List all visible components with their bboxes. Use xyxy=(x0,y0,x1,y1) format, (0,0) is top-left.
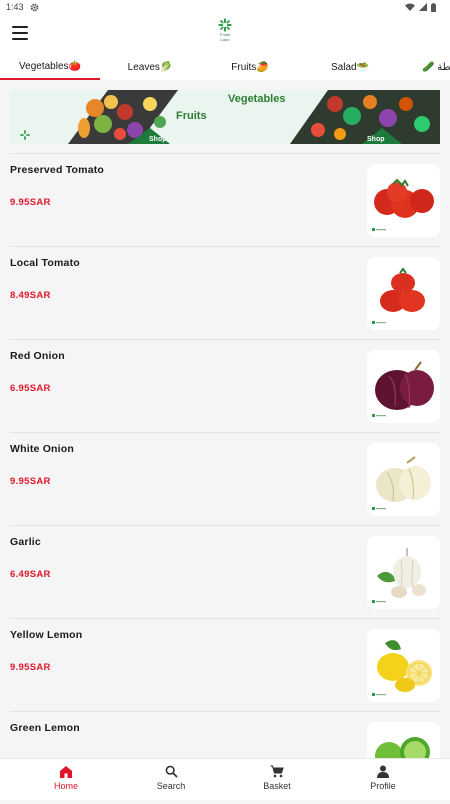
product-image xyxy=(367,257,440,330)
tab-label: Salad🥗 xyxy=(330,61,370,73)
nav-profile[interactable]: Profile xyxy=(353,765,413,791)
tab-label: Vegetables🍅 xyxy=(19,60,81,72)
product-item[interactable]: Red Onion 6.95SAR xyxy=(10,340,440,432)
product-item[interactable]: Local Tomato 8.49SAR xyxy=(10,247,440,339)
battery-icon xyxy=(431,2,436,12)
product-price: 8.49SAR xyxy=(10,290,51,301)
product-price: 9.95SAR xyxy=(10,197,51,208)
tab-fruits[interactable]: Fruits🥭 xyxy=(200,54,300,80)
brand-watermark xyxy=(372,228,386,231)
product-image xyxy=(367,350,440,423)
brand-watermark xyxy=(372,414,386,417)
product-image xyxy=(367,629,440,702)
tomato-cluster-image xyxy=(374,178,434,218)
brand-watermark xyxy=(372,507,386,510)
tab-salad-arabic[interactable]: 🥒 سلطة xyxy=(400,54,450,80)
search-icon xyxy=(165,765,178,778)
tab-label: Fruits🥭 xyxy=(231,61,269,73)
nav-search-label: Search xyxy=(156,781,186,791)
tab-label: Leaves🥬 xyxy=(127,61,173,73)
product-image xyxy=(367,536,440,609)
logo-leaf-icon xyxy=(218,18,232,32)
home-icon xyxy=(60,766,72,778)
tab-leaves[interactable]: Leaves🥬 xyxy=(100,54,200,80)
brand-watermark xyxy=(372,321,386,324)
garlic-image xyxy=(377,548,426,598)
product-price: 9.95SAR xyxy=(10,662,51,673)
product-name: Local Tomato xyxy=(10,257,80,269)
white-onion-image xyxy=(376,456,431,502)
app-logo: Fruits Land xyxy=(214,18,236,48)
banner-title-fruits: Fruits xyxy=(176,110,207,122)
tab-salad[interactable]: Salad🥗 xyxy=(300,54,400,80)
brand-watermark xyxy=(372,600,386,603)
product-name: Green Lemon xyxy=(10,722,80,734)
tab-label: 🥒 سلطة xyxy=(422,61,450,73)
banner-shop-label: Shop xyxy=(149,136,167,143)
red-onion-image xyxy=(375,361,434,410)
product-name: White Onion xyxy=(10,443,75,455)
product-price: 9.95SAR xyxy=(10,476,51,487)
tomato-pile-image xyxy=(380,267,425,312)
banner-title-vegetables: Vegetables xyxy=(228,93,286,105)
nav-home-label: Home xyxy=(53,781,78,791)
status-time: 1:43 xyxy=(6,2,24,12)
product-image xyxy=(367,443,440,516)
product-price: 6.49SAR xyxy=(10,569,51,580)
category-tabs: Vegetables🍅 Leaves🥬 Fruits🥭 Salad🥗 🥒 سلط… xyxy=(0,54,450,80)
nav-home[interactable]: Home xyxy=(36,765,96,791)
brand-watermark xyxy=(372,693,386,696)
product-name: Yellow Lemon xyxy=(10,629,83,641)
product-price: 6.95SAR xyxy=(10,383,51,394)
status-bar: 1:43 xyxy=(0,0,450,14)
product-item[interactable]: Preserved Tomato 9.95SAR xyxy=(10,154,440,246)
app-bar: Fruits Land xyxy=(0,14,450,54)
logo-text-2: Land xyxy=(220,37,230,42)
tab-vegetables[interactable]: Vegetables🍅 xyxy=(0,54,100,80)
bottom-navigation: Home Search Basket Profile xyxy=(0,758,450,800)
product-item[interactable]: Yellow Lemon 9.95SAR xyxy=(10,619,440,711)
yellow-lemon-image xyxy=(377,640,432,692)
nav-basket[interactable]: Basket xyxy=(247,765,307,791)
signal-icon xyxy=(419,3,427,11)
nav-search[interactable]: Search xyxy=(141,765,201,791)
product-name: Red Onion xyxy=(10,350,65,362)
settings-icon xyxy=(30,3,38,11)
product-name: Preserved Tomato xyxy=(10,164,105,176)
product-name: Garlic xyxy=(10,536,41,548)
product-item[interactable]: Garlic 6.49SAR xyxy=(10,526,440,618)
wifi-icon xyxy=(405,3,415,11)
product-image xyxy=(367,164,440,237)
cart-icon xyxy=(270,765,284,778)
person-icon xyxy=(377,765,389,778)
nav-profile-label: Profile xyxy=(370,781,396,791)
nav-basket-label: Basket xyxy=(263,781,291,791)
menu-button[interactable] xyxy=(12,26,28,40)
banner-shop-label: Shop xyxy=(367,136,385,143)
product-item[interactable]: White Onion 9.95SAR xyxy=(10,433,440,525)
promo-banner[interactable]: Vegetables Fruits Shop Shop xyxy=(10,90,440,144)
